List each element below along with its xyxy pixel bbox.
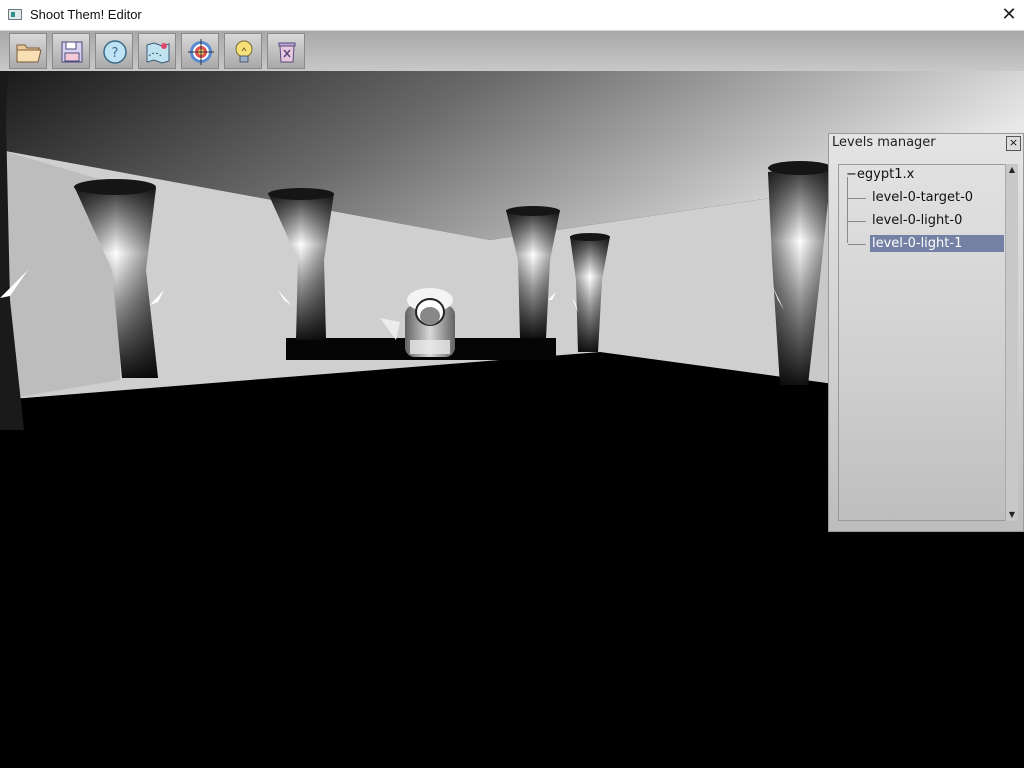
scroll-down-icon[interactable]: ▼ (1006, 509, 1018, 521)
tree-connector (848, 198, 866, 199)
save-disk-icon (61, 41, 83, 63)
delete-button[interactable] (267, 33, 305, 69)
light-button[interactable] (224, 33, 262, 69)
open-folder-icon (16, 44, 42, 63)
target-button[interactable] (181, 33, 219, 69)
tree-root-label: egypt1.x (856, 167, 915, 182)
panel-close-button[interactable]: × (1006, 136, 1021, 151)
toolbar: ? (0, 31, 1024, 71)
help-button[interactable]: ? (95, 33, 133, 69)
tree-connector (847, 177, 848, 243)
svg-text:?: ? (112, 46, 119, 61)
tree-connector (848, 221, 866, 222)
window-title: Shoot Them! Editor (30, 7, 142, 22)
level-tree: −egypt1.x level-0-target-0 level-0-light… (838, 164, 1006, 521)
scroll-up-icon[interactable]: ▲ (1006, 164, 1018, 176)
map-icon (146, 42, 170, 64)
tree-scrollbar[interactable]: ▲ ▼ (1005, 164, 1018, 521)
close-window-button[interactable]: ✕ (994, 0, 1024, 30)
tree-root-node[interactable]: −egypt1.x (846, 167, 914, 182)
lightbulb-icon (235, 40, 253, 63)
levels-manager-panel: Levels manager × −egypt1.x level-0-targe… (828, 133, 1024, 532)
tree-item-level-0-light-0[interactable]: level-0-light-0 (870, 212, 964, 229)
panel-title: Levels manager (832, 135, 936, 150)
target-icon (188, 39, 214, 65)
tree-item-level-0-light-1[interactable]: level-0-light-1 (870, 235, 1004, 252)
app-icon (8, 9, 22, 20)
open-folder-button[interactable] (9, 33, 47, 69)
tree-connector (848, 244, 866, 245)
save-button[interactable] (52, 33, 90, 69)
help-icon: ? (103, 40, 127, 64)
tree-item-level-0-target-0[interactable]: level-0-target-0 (870, 189, 975, 206)
trash-icon (278, 42, 296, 63)
window-titlebar: Shoot Them! Editor ✕ (0, 0, 1024, 31)
map-button[interactable] (138, 33, 176, 69)
